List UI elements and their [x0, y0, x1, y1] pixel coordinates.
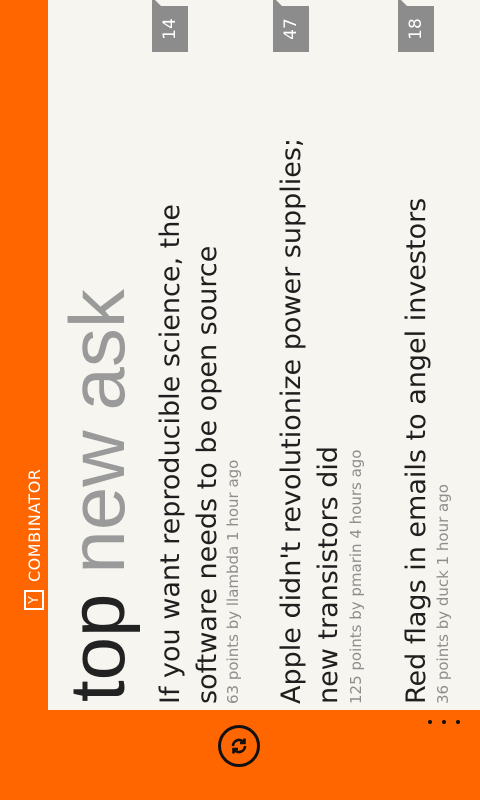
story-title[interactable]: If you want reproducible science, the so…	[152, 104, 226, 704]
comment-count-badge[interactable]: 14	[152, 6, 188, 52]
tab-ask[interactable]: ask	[53, 289, 141, 410]
comment-count-badge[interactable]: 47	[273, 6, 309, 52]
y-logo-icon: Y	[24, 590, 44, 610]
content-panel: top new ask If you want reproducible sci…	[48, 0, 480, 710]
story-meta: 63 points by llambda 1 hour ago	[224, 459, 242, 704]
tab-top[interactable]: top	[53, 594, 141, 702]
tab-new[interactable]: new	[53, 430, 141, 573]
more-options-button[interactable]	[428, 712, 460, 732]
brand-name: COMBINATOR	[24, 468, 44, 582]
comment-count-badge[interactable]: 18	[398, 6, 434, 52]
ellipsis-icon	[428, 720, 432, 724]
story-title[interactable]: Apple didn't revolutionize power supplie…	[273, 104, 347, 704]
refresh-button[interactable]	[218, 725, 260, 767]
refresh-icon	[231, 738, 247, 754]
app-brand: Y COMBINATOR	[24, 469, 44, 610]
pivot-header: top new ask	[53, 289, 141, 702]
story-item[interactable]: Red flags in emails to angel investors 3…	[398, 0, 478, 710]
story-item[interactable]: Apple didn't revolutionize power supplie…	[273, 0, 377, 710]
story-meta: 36 points by duck 1 hour ago	[434, 484, 452, 704]
story-meta: 125 points by pmarin 4 hours ago	[347, 449, 365, 704]
story-title[interactable]: Red flags in emails to angel investors	[398, 104, 435, 704]
story-item[interactable]: If you want reproducible science, the so…	[152, 0, 256, 710]
